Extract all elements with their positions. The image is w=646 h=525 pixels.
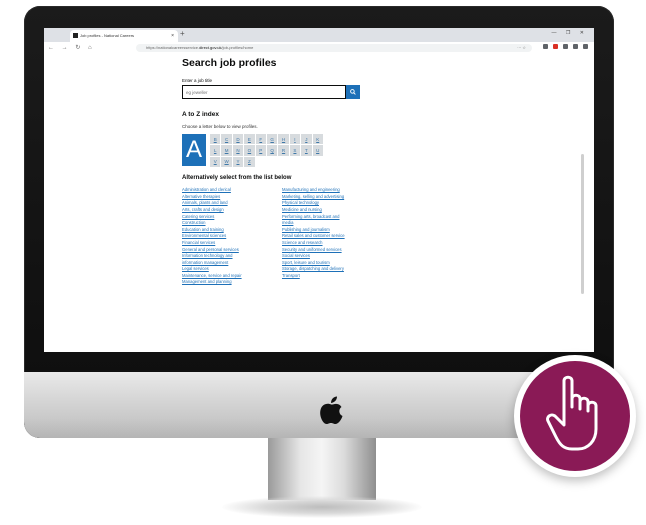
category-link[interactable]: Alternative therapies xyxy=(182,194,282,201)
web-page: Search job profiles Enter a job title A … xyxy=(44,54,594,352)
category-column-left: Administration and clerical Alternative t… xyxy=(182,187,282,286)
search-input[interactable] xyxy=(182,85,346,99)
url-domain: direct.gov.uk xyxy=(199,45,222,50)
favicon-icon xyxy=(73,33,78,38)
letter-link[interactable]: R xyxy=(278,145,289,156)
category-link[interactable]: Information technology and xyxy=(182,253,282,260)
tab-close-icon[interactable]: × xyxy=(171,30,174,42)
extension-icon[interactable] xyxy=(563,44,568,49)
letter-link[interactable]: Z xyxy=(244,156,255,168)
letter-link[interactable]: S xyxy=(289,145,301,156)
letter-link[interactable]: Q xyxy=(266,145,278,156)
letter-link[interactable]: H xyxy=(278,134,289,145)
category-link[interactable]: Science and research xyxy=(282,240,382,247)
category-link[interactable]: Legal services xyxy=(182,266,282,273)
scrollbar-thumb[interactable] xyxy=(581,154,584,294)
letter-link[interactable]: J xyxy=(301,134,312,145)
category-link[interactable]: General and personal services xyxy=(182,247,282,254)
category-link[interactable]: Construction xyxy=(182,220,282,227)
search-form xyxy=(182,85,360,99)
category-link[interactable]: information management xyxy=(182,260,282,267)
list-heading: Alternatively select from the list below xyxy=(182,175,292,182)
category-link[interactable]: Manufacturing and engineering xyxy=(282,187,382,194)
hand-pointer-icon xyxy=(546,375,598,451)
category-link[interactable]: Storage, dispatching and delivery xyxy=(282,266,382,273)
az-index: A BCDEFGHIJK LMNOPQRSTU VWYZ xyxy=(182,134,382,168)
az-instruction: Choose a letter below to view profiles. xyxy=(182,124,258,129)
category-link[interactable]: Transport xyxy=(282,273,382,280)
category-link[interactable]: Administration and clerical xyxy=(182,187,282,194)
letter-link[interactable]: N xyxy=(232,145,244,156)
letter-link[interactable]: V xyxy=(210,156,221,168)
letter-link[interactable]: C xyxy=(221,134,232,145)
extension-icon[interactable] xyxy=(583,44,588,49)
letter-link[interactable]: U xyxy=(312,145,323,156)
category-link[interactable]: Security and uniformed services xyxy=(282,247,382,254)
tab-title: Job profiles - National Careers xyxy=(80,33,135,38)
category-link[interactable]: Management and planning xyxy=(182,279,282,286)
monitor-foot-shadow xyxy=(222,496,422,518)
category-link[interactable]: Environmental sciences xyxy=(182,233,282,240)
category-link[interactable]: Sport, leisure and tourism xyxy=(282,260,382,267)
letter-link[interactable]: G xyxy=(266,134,278,145)
letter-link[interactable]: B xyxy=(210,134,221,145)
category-link[interactable]: Social services xyxy=(282,253,382,260)
category-link[interactable]: Publishing and journalism xyxy=(282,227,382,234)
category-link[interactable]: Physical technology xyxy=(282,200,382,207)
cursor-badge xyxy=(514,355,636,477)
url-path: /job-profiles/home xyxy=(221,45,254,50)
category-link[interactable]: Education and training xyxy=(182,227,282,234)
letter-link[interactable]: F xyxy=(255,134,266,145)
monitor-stand xyxy=(268,438,376,500)
letter-link[interactable]: P xyxy=(255,145,266,156)
page-title: Search job profiles xyxy=(182,57,277,69)
letter-link[interactable]: M xyxy=(221,145,232,156)
category-link[interactable]: Medicine and nursing xyxy=(282,207,382,214)
category-link[interactable]: Catering services xyxy=(182,214,282,221)
screen: Job profiles - National Careers × + — ❐ … xyxy=(44,28,594,352)
extension-icon[interactable] xyxy=(573,44,578,49)
window-controls[interactable]: — ❐ ✕ xyxy=(552,30,588,36)
url-prefix: https://nationalcareersservice. xyxy=(146,45,200,50)
letter-link[interactable]: L xyxy=(210,145,221,156)
page-content: Search job profiles Enter a job title A … xyxy=(182,56,382,286)
letter-link[interactable]: T xyxy=(301,145,312,156)
new-tab-button[interactable]: + xyxy=(180,29,185,38)
nav-buttons[interactable]: ← → ↻ ⌂ xyxy=(48,44,95,51)
url-actions[interactable]: ··· ☆ xyxy=(517,44,526,52)
letter-link[interactable]: W xyxy=(221,156,232,168)
category-link[interactable]: Financial services xyxy=(182,240,282,247)
letter-link[interactable]: I xyxy=(289,134,301,145)
url-field[interactable]: https://nationalcareersservice.direct.go… xyxy=(136,44,532,52)
search-button[interactable] xyxy=(346,85,360,99)
letter-grid: BCDEFGHIJK LMNOPQRSTU VWYZ xyxy=(210,134,323,168)
category-list: Administration and clerical Alternative t… xyxy=(182,187,382,286)
extension-icons xyxy=(543,44,588,49)
browser-tab[interactable]: Job profiles - National Careers × xyxy=(70,30,178,42)
search-label: Enter a job title xyxy=(182,78,213,83)
category-column-right: Manufacturing and engineering Marketing, … xyxy=(282,187,382,286)
apple-logo-icon xyxy=(320,396,343,424)
extension-icon[interactable] xyxy=(553,44,558,49)
letter-link[interactable]: D xyxy=(232,134,244,145)
category-link[interactable]: Retail sales and customer service xyxy=(282,233,382,240)
category-link[interactable]: Performing arts, broadcast and xyxy=(282,214,382,221)
selected-letter[interactable]: A xyxy=(182,134,206,166)
letter-link[interactable]: K xyxy=(312,134,323,145)
letter-link[interactable]: E xyxy=(244,134,255,145)
cursor-badge-circle xyxy=(520,361,630,471)
letter-link[interactable]: O xyxy=(244,145,255,156)
search-icon xyxy=(350,89,356,95)
az-heading: A to Z index xyxy=(182,111,219,118)
letter-link[interactable]: Y xyxy=(232,156,244,168)
category-link[interactable]: Maintenance, service and repair xyxy=(182,273,282,280)
category-link[interactable]: media xyxy=(282,220,382,227)
browser-tab-bar: Job profiles - National Careers × + — ❐ … xyxy=(44,28,594,42)
extension-icon[interactable] xyxy=(543,44,548,49)
category-link[interactable]: Arts, crafts and design xyxy=(182,207,282,214)
category-link[interactable]: Animals, plants and land xyxy=(182,200,282,207)
category-link[interactable]: Marketing, selling and advertising xyxy=(282,194,382,201)
